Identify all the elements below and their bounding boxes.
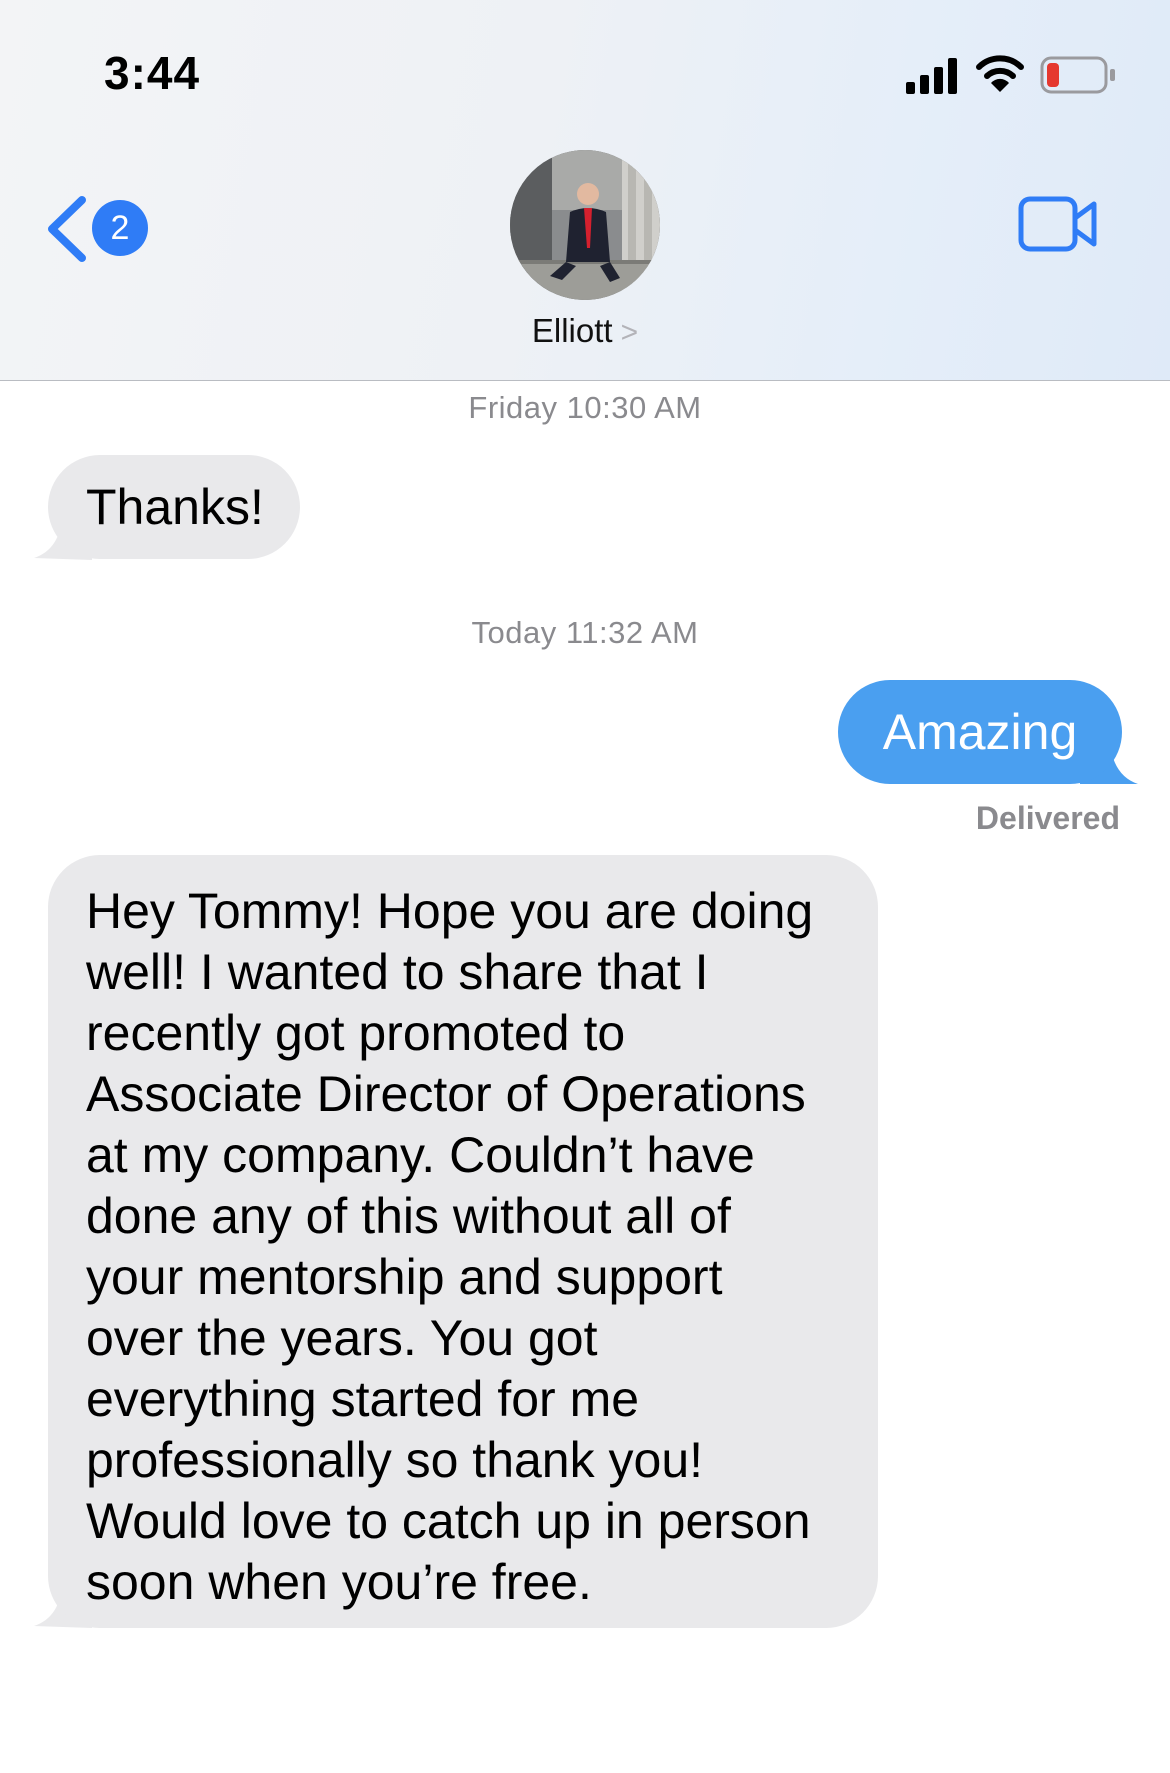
back-chevron-icon <box>48 196 86 262</box>
unread-count-badge: 2 <box>92 200 148 256</box>
wifi-icon <box>976 55 1024 92</box>
incoming-message-bubble[interactable]: Hey Tommy! Hope you are doing well! I wa… <box>48 855 878 1628</box>
signal-icon <box>906 58 957 94</box>
conversation-header: 3:44 2 Elliott > <box>0 0 1170 381</box>
back-button[interactable]: 2 <box>44 190 154 270</box>
timestamp: Friday 10:30 AM <box>468 390 702 425</box>
message-text: Amazing <box>882 704 1078 760</box>
contact-avatar[interactable] <box>510 150 660 300</box>
video-call-icon[interactable] <box>1018 196 1098 252</box>
outgoing-message-bubble[interactable]: Amazing <box>838 680 1122 784</box>
message-text: Thanks! <box>86 479 264 535</box>
delivery-status: Delivered <box>975 800 1120 836</box>
incoming-message-bubble[interactable]: Thanks! <box>48 455 300 559</box>
contact-name[interactable]: Elliott > <box>0 312 1170 350</box>
message-text: Hey Tommy! Hope you are doing well! I wa… <box>86 883 814 1610</box>
timestamp: Today 11:32 AM <box>471 615 699 650</box>
contact-name-label: Elliott <box>531 312 613 349</box>
status-time: 3:44 <box>104 47 201 99</box>
avatar-photo <box>510 150 660 300</box>
chevron-right-icon: > <box>620 316 639 349</box>
battery-icon <box>1040 56 1115 94</box>
